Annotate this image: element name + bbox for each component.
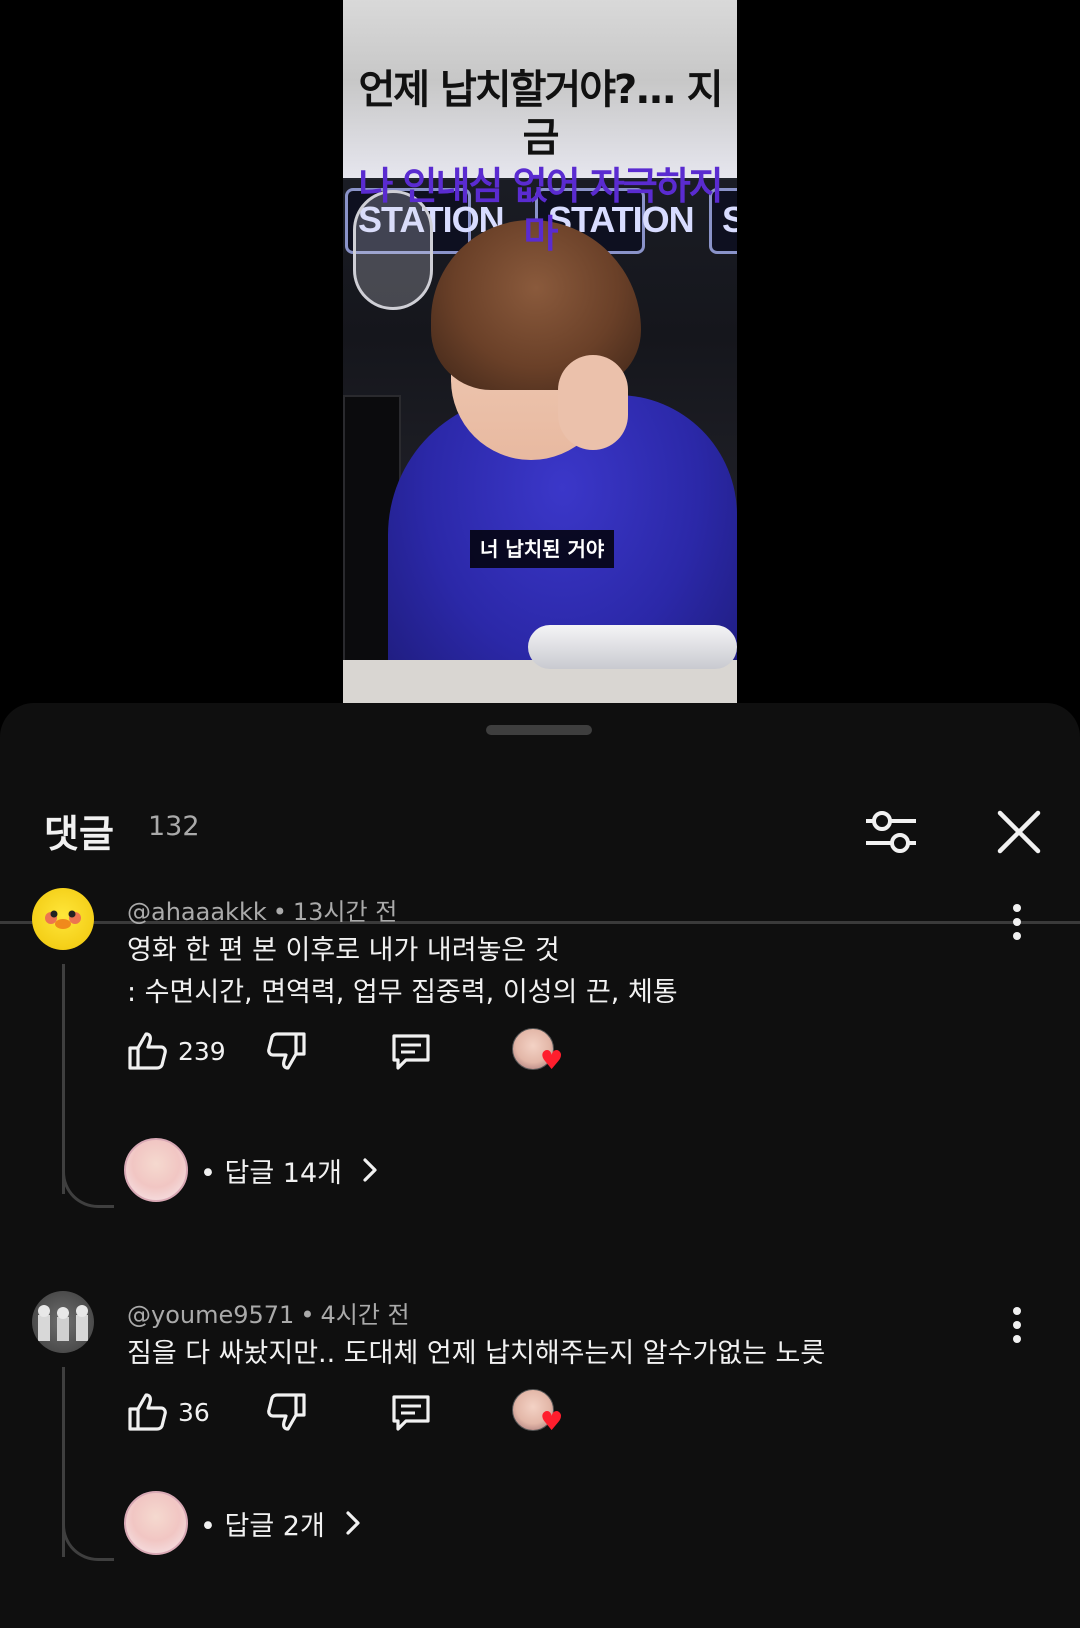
chevron-right-icon: [346, 1511, 360, 1535]
video-player[interactable]: STATION STATION ST 언제 납치할거야?... 지금 나 인내심…: [0, 0, 1080, 704]
comment-time: 13시간 전: [292, 898, 398, 926]
comment-text: 짐을 다 싸놨지만.. 도대체 언제 납치해주는지 알수가없는 노릇: [127, 1333, 825, 1375]
creator-heart: ♥: [512, 1387, 568, 1437]
studio-scene: STATION STATION ST: [343, 180, 737, 704]
video-subtitle: 너 납치된 거야: [470, 530, 615, 568]
meta-separator: •: [300, 1301, 315, 1329]
replies-label: • 답글 14개: [200, 1157, 342, 1189]
reply-button[interactable]: [388, 1026, 434, 1076]
like-count: 239: [178, 1036, 226, 1066]
comment-more-button[interactable]: [1002, 1305, 1032, 1345]
close-button[interactable]: [990, 803, 1048, 861]
thumbs-up-icon: [128, 1393, 167, 1431]
duck-avatar-icon: [45, 910, 81, 929]
comment-author[interactable]: @ahaaakkk: [127, 898, 267, 926]
thread-line: [62, 964, 65, 1194]
comment-meta: @youme9571 • 4시간 전: [127, 1295, 410, 1330]
chevron-right-icon: [363, 1158, 377, 1182]
video-title-banner: 언제 납치할거야?... 지금 나 인내심 없어 자극하지마: [343, 0, 737, 256]
comment-time: 4시간 전: [320, 1301, 410, 1329]
view-replies-button[interactable]: • 답글 2개: [124, 1491, 367, 1555]
reply-comment-icon: [392, 1034, 430, 1070]
drag-handle[interactable]: [486, 725, 592, 735]
like-button[interactable]: 36: [124, 1387, 210, 1437]
comment-text-line: : 수면시간, 면역력, 업무 집중력, 이성의 끈, 체통: [127, 977, 678, 1008]
video-title-line2: 나 인내심 없어 자극하지마: [358, 164, 723, 256]
sliders-icon: [866, 811, 916, 853]
replies-label: • 답글 2개: [200, 1510, 325, 1542]
more-vert-icon: [1013, 1307, 1021, 1343]
thread-connector: [62, 1168, 114, 1208]
reply-avatar: [124, 1138, 188, 1202]
thread-connector: [62, 1521, 114, 1561]
sort-filter-button[interactable]: [862, 803, 920, 861]
thumbs-down-icon: [267, 1032, 306, 1070]
comments-sheet: 댓글 132 @ahaaakkk • 13시간 전 영화 한 편 본 이후로 내…: [0, 703, 1080, 1628]
comment-item: @ahaaakkk • 13시간 전 영화 한 편 본 이후로 내가 내려놓은 것 …: [0, 888, 1080, 1228]
comment-actions: 239 ♥: [124, 1026, 624, 1076]
like-button[interactable]: 239: [124, 1026, 226, 1076]
replies-count: 답글 14개: [224, 1157, 342, 1189]
video-frame[interactable]: STATION STATION ST 언제 납치할거야?... 지금 나 인내심…: [343, 0, 737, 704]
comments-title: 댓글: [44, 812, 114, 856]
comment-text-line: 영화 한 편 본 이후로 내가 내려놓은 것: [127, 935, 560, 966]
avatar[interactable]: [32, 1291, 94, 1353]
person-hand: [558, 355, 628, 450]
comments-header: 댓글 132: [0, 763, 1080, 924]
group-photo-avatar-icon: [38, 1305, 88, 1341]
dislike-button[interactable]: [264, 1026, 310, 1076]
reply-button[interactable]: [388, 1387, 434, 1437]
like-count: 36: [178, 1397, 210, 1427]
view-replies-button[interactable]: • 답글 14개: [124, 1138, 384, 1202]
thumbs-up-icon: [128, 1032, 167, 1070]
replies-count: 답글 2개: [224, 1510, 325, 1542]
reply-comment-icon: [392, 1395, 430, 1431]
avatar[interactable]: [32, 888, 94, 950]
comment-text: 영화 한 편 본 이후로 내가 내려놓은 것 : 수면시간, 면역력, 업무 집…: [127, 930, 678, 1014]
comments-count: 132: [148, 811, 200, 842]
video-title-line1: 언제 납치할거야?... 지금: [358, 67, 723, 161]
reply-avatar: [124, 1491, 188, 1555]
comment-more-button[interactable]: [1002, 902, 1032, 942]
comment-actions: 36 ♥: [124, 1387, 624, 1437]
more-vert-icon: [1013, 904, 1021, 940]
dislike-button[interactable]: [264, 1387, 310, 1437]
thumbs-down-icon: [267, 1393, 306, 1431]
heart-icon: ♥: [540, 1407, 564, 1437]
meta-separator: •: [272, 898, 287, 926]
comment-author[interactable]: @youme9571: [127, 1301, 294, 1329]
creator-heart: ♥: [512, 1026, 568, 1076]
comment-meta: @ahaaakkk • 13시간 전: [127, 892, 397, 927]
comment-item: @youme9571 • 4시간 전 짐을 다 싸놨지만.. 도대체 언제 납치해주…: [0, 1291, 1080, 1611]
comment-text-line: 짐을 다 싸놨지만.. 도대체 언제 납치해주는지 알수가없는 노릇: [127, 1338, 826, 1369]
heart-icon: ♥: [540, 1046, 564, 1076]
close-icon: [997, 810, 1041, 854]
mic-boom: [528, 625, 737, 669]
